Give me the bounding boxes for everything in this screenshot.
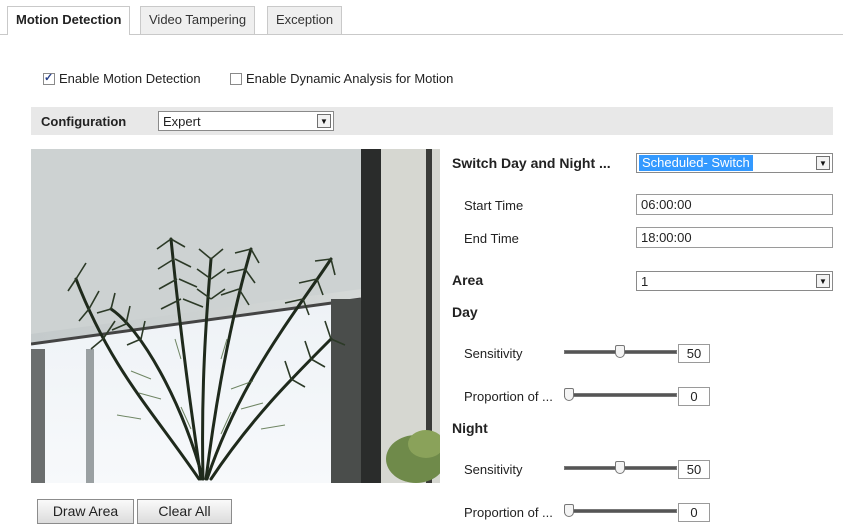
tab-motion-detection[interactable]: Motion Detection [7,6,131,35]
day-proportion-value[interactable]: 0 [678,387,710,406]
area-label: Area [452,272,484,288]
switch-day-night-value: Scheduled- Switch [639,155,753,171]
enable-dynamic-analysis-label: Enable Dynamic Analysis for Motion [246,71,454,86]
draw-area-button[interactable]: Draw Area [37,499,134,524]
end-time-label: End Time [464,231,519,246]
tab-bar: Motion Detection Video Tampering Excepti… [0,6,843,35]
switch-day-night-select[interactable]: Scheduled- Switch ▼ [636,153,833,173]
slider-handle[interactable] [564,388,574,401]
camera-image [31,149,440,483]
enable-dynamic-analysis-option[interactable]: Enable Dynamic Analysis for Motion [230,71,453,86]
day-heading: Day [452,304,478,320]
day-sensitivity-value[interactable]: 50 [678,344,710,363]
enable-dynamic-analysis-checkbox[interactable] [230,72,242,85]
configuration-bar: Configuration Expert ▼ [31,107,833,135]
configuration-select[interactable]: Expert ▼ [158,111,334,131]
enable-motion-detection-option[interactable]: Enable Motion Detection [43,71,201,86]
switch-day-night-label: Switch Day and Night ... [452,155,611,171]
night-proportion-slider[interactable] [564,504,677,520]
enable-motion-detection-label: Enable Motion Detection [59,71,201,86]
area-value: 1 [641,274,649,289]
enable-motion-detection-checkbox[interactable] [43,71,55,85]
tab-video-tampering[interactable]: Video Tampering [140,6,256,34]
slider-handle[interactable] [615,461,625,474]
chevron-down-icon: ▼ [816,274,830,288]
night-proportion-value[interactable]: 0 [678,503,710,522]
configuration-value: Expert [163,114,201,129]
configuration-label: Configuration [41,114,127,129]
slider-handle[interactable] [564,504,574,517]
day-proportion-label: Proportion of ... [464,389,553,404]
video-preview[interactable] [31,149,440,483]
night-sensitivity-slider[interactable] [564,461,677,477]
day-sensitivity-slider[interactable] [564,345,677,361]
end-time-input[interactable]: 18:00:00 [636,227,833,248]
day-sensitivity-label: Sensitivity [464,346,523,361]
clear-all-button[interactable]: Clear All [137,499,232,524]
start-time-label: Start Time [464,198,524,213]
slider-handle[interactable] [615,345,625,358]
night-sensitivity-value[interactable]: 50 [678,460,710,479]
chevron-down-icon: ▼ [317,114,331,128]
day-proportion-slider[interactable] [564,388,677,404]
night-sensitivity-label: Sensitivity [464,462,523,477]
chevron-down-icon: ▼ [816,156,830,170]
start-time-input[interactable]: 06:00:00 [636,194,833,215]
area-select[interactable]: 1 ▼ [636,271,833,291]
night-heading: Night [452,420,488,436]
night-proportion-label: Proportion of ... [464,505,553,520]
tab-exception[interactable]: Exception [267,6,343,34]
